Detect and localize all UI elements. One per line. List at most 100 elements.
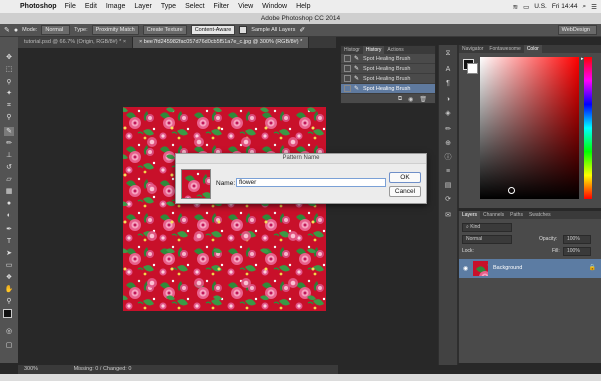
move-tool-icon[interactable]: ✥ — [4, 53, 14, 62]
custom-shape-tool-icon[interactable]: ❖ — [4, 273, 14, 282]
screen-mode-icon[interactable]: ▢ — [4, 341, 14, 350]
close-icon[interactable]: × — [123, 39, 126, 45]
styles-panel-icon[interactable]: ◈ — [443, 109, 453, 119]
mode-select[interactable]: Normal — [41, 25, 71, 35]
history-panel-icon[interactable]: ⧖ — [443, 49, 453, 59]
spotlight-icon[interactable]: ⌕ — [583, 3, 587, 11]
background-swatch[interactable] — [467, 63, 478, 74]
color-field[interactable] — [480, 57, 579, 199]
pen-tool-icon[interactable]: ✒ — [4, 225, 14, 234]
brush-size-icon[interactable]: ● — [14, 27, 18, 34]
status-info[interactable]: Missing: 0 / Changed: 0 — [74, 366, 132, 372]
shape-tool-icon[interactable]: ▭ — [4, 261, 14, 270]
menu-edit[interactable]: Edit — [85, 3, 97, 10]
clone-stamp-tool-icon[interactable]: ⊥ — [4, 151, 14, 160]
opacity-field[interactable]: 100% — [563, 235, 591, 244]
tab-color[interactable]: Color — [523, 45, 542, 53]
tab-actions[interactable]: Actions — [384, 46, 406, 54]
create-texture-button[interactable]: Create Texture — [142, 25, 187, 35]
menu-image[interactable]: Image — [106, 3, 125, 10]
menu-type[interactable]: Type — [161, 3, 176, 10]
hand-tool-icon[interactable]: ✋ — [4, 285, 14, 294]
close-icon[interactable]: × — [139, 39, 142, 45]
eraser-tool-icon[interactable]: ▱ — [4, 175, 14, 184]
menu-file[interactable]: File — [65, 3, 76, 10]
pattern-name-input[interactable] — [236, 178, 386, 187]
foreground-color-swatch[interactable] — [3, 309, 12, 318]
quick-mask-icon[interactable]: ◎ — [4, 327, 14, 336]
crop-tool-icon[interactable]: ⌗ — [4, 101, 14, 110]
snapshot-box[interactable] — [344, 65, 351, 72]
workspace-select[interactable]: WebDesign — [557, 25, 597, 35]
trash-icon[interactable]: 🗑 — [419, 96, 427, 103]
tab-swatches[interactable]: Swatches — [526, 211, 554, 219]
blend-mode-select[interactable]: Normal — [462, 235, 512, 244]
tab-layers[interactable]: Layers — [459, 211, 481, 219]
notes-panel-icon[interactable]: ✉ — [443, 211, 453, 221]
layer-row-background[interactable]: ◉ Background 🔒 — [459, 259, 601, 278]
spot-healing-tool-icon[interactable]: ✎ — [4, 26, 10, 34]
content-aware-button[interactable]: Content-Aware — [190, 25, 236, 35]
brush-panel-icon[interactable]: ✏ — [443, 125, 453, 135]
proximity-match-button[interactable]: Proximity Match — [91, 25, 139, 35]
menu-view[interactable]: View — [238, 3, 253, 10]
cancel-button[interactable]: Cancel — [389, 186, 421, 197]
filter-kind-select[interactable]: ⌕ Kind — [462, 223, 512, 232]
info-panel-icon[interactable]: ≡ — [443, 167, 453, 177]
menu-layer[interactable]: Layer — [134, 3, 152, 10]
type-tool-icon[interactable]: T — [4, 237, 14, 246]
blur-tool-icon[interactable]: ● — [4, 199, 14, 208]
history-brush-tool-icon[interactable]: ↺ — [4, 163, 14, 172]
tab-histogram[interactable]: Histogr — [341, 46, 363, 54]
history-item[interactable]: ✎ Spot Healing Brush — [341, 84, 435, 94]
tab-channels[interactable]: Channels — [480, 211, 507, 219]
tab-navigator[interactable]: Navigator — [459, 45, 486, 53]
zoom-tool-icon[interactable]: ⚲ — [4, 297, 14, 306]
tab-paths[interactable]: Paths — [507, 211, 526, 219]
visibility-eye-icon[interactable]: ◉ — [463, 265, 468, 272]
tab-jpg-document[interactable]: × bee7fd245982fac057d76d0cb5f51a7e_c.jpg… — [133, 37, 310, 48]
color-picker-cursor[interactable] — [508, 187, 515, 194]
snapshot-icon[interactable]: ◉ — [408, 96, 413, 103]
healing-brush-tool-icon[interactable]: ✎ — [4, 127, 14, 136]
snapshot-box[interactable] — [344, 75, 351, 82]
dodge-tool-icon[interactable]: ◐ — [4, 211, 14, 220]
snapshot-box[interactable] — [344, 55, 351, 62]
eyedropper-tool-icon[interactable]: ⚲ — [4, 113, 14, 122]
new-document-icon[interactable]: ⧉ — [398, 96, 402, 103]
magic-wand-tool-icon[interactable]: ✦ — [4, 89, 14, 98]
tab-tutorial-psd[interactable]: tutorial.psd @ 66.7% (Origin, RGB/8#) * … — [18, 37, 134, 48]
snapshot-box[interactable] — [344, 85, 351, 92]
tab-fontawesome[interactable]: Fontawesome — [486, 45, 523, 53]
history-item[interactable]: ✎ Spot Healing Brush — [341, 64, 435, 74]
layer-name[interactable]: Background — [493, 265, 522, 271]
lasso-tool-icon[interactable]: ϙ — [4, 77, 14, 86]
timeline-panel-icon[interactable]: ⟳ — [443, 195, 453, 205]
battery-icon[interactable]: ▭ — [523, 3, 529, 11]
character-panel-icon[interactable]: A — [443, 65, 453, 75]
history-item[interactable]: ✎ Spot Healing Brush — [341, 54, 435, 64]
floral-fabric-image[interactable] — [123, 107, 326, 311]
pressure-icon[interactable]: ✐ — [299, 26, 305, 34]
properties-panel-icon[interactable]: ⓘ — [443, 153, 453, 163]
gradient-tool-icon[interactable]: ▦ — [4, 187, 14, 196]
adjustments-panel-icon[interactable]: ◑ — [443, 95, 453, 105]
fill-field[interactable]: 100% — [563, 247, 591, 256]
menu-help[interactable]: Help — [296, 3, 310, 10]
history-item[interactable]: ✎ Spot Healing Brush — [341, 74, 435, 84]
path-selection-tool-icon[interactable]: ➤ — [4, 249, 14, 258]
ok-button[interactable]: OK — [389, 172, 421, 183]
menu-filter[interactable]: Filter — [214, 3, 230, 10]
zoom-level[interactable]: 300% — [24, 366, 38, 372]
notification-icon[interactable]: ☰ — [591, 3, 597, 11]
marquee-tool-icon[interactable]: ⬚ — [4, 65, 14, 74]
sample-all-layers-checkbox[interactable] — [239, 26, 248, 34]
menu-select[interactable]: Select — [185, 3, 204, 10]
menubar-clock[interactable]: Fri 14:44 — [552, 3, 578, 10]
menu-window[interactable]: Window — [262, 3, 287, 10]
menu-app-name[interactable]: Photoshop — [20, 3, 57, 10]
input-source-label[interactable]: U.S. — [534, 3, 547, 10]
libraries-panel-icon[interactable]: ▤ — [443, 181, 453, 191]
wifi-icon[interactable]: ≋ — [513, 3, 518, 11]
brush-tool-icon[interactable]: ✏ — [4, 139, 14, 148]
